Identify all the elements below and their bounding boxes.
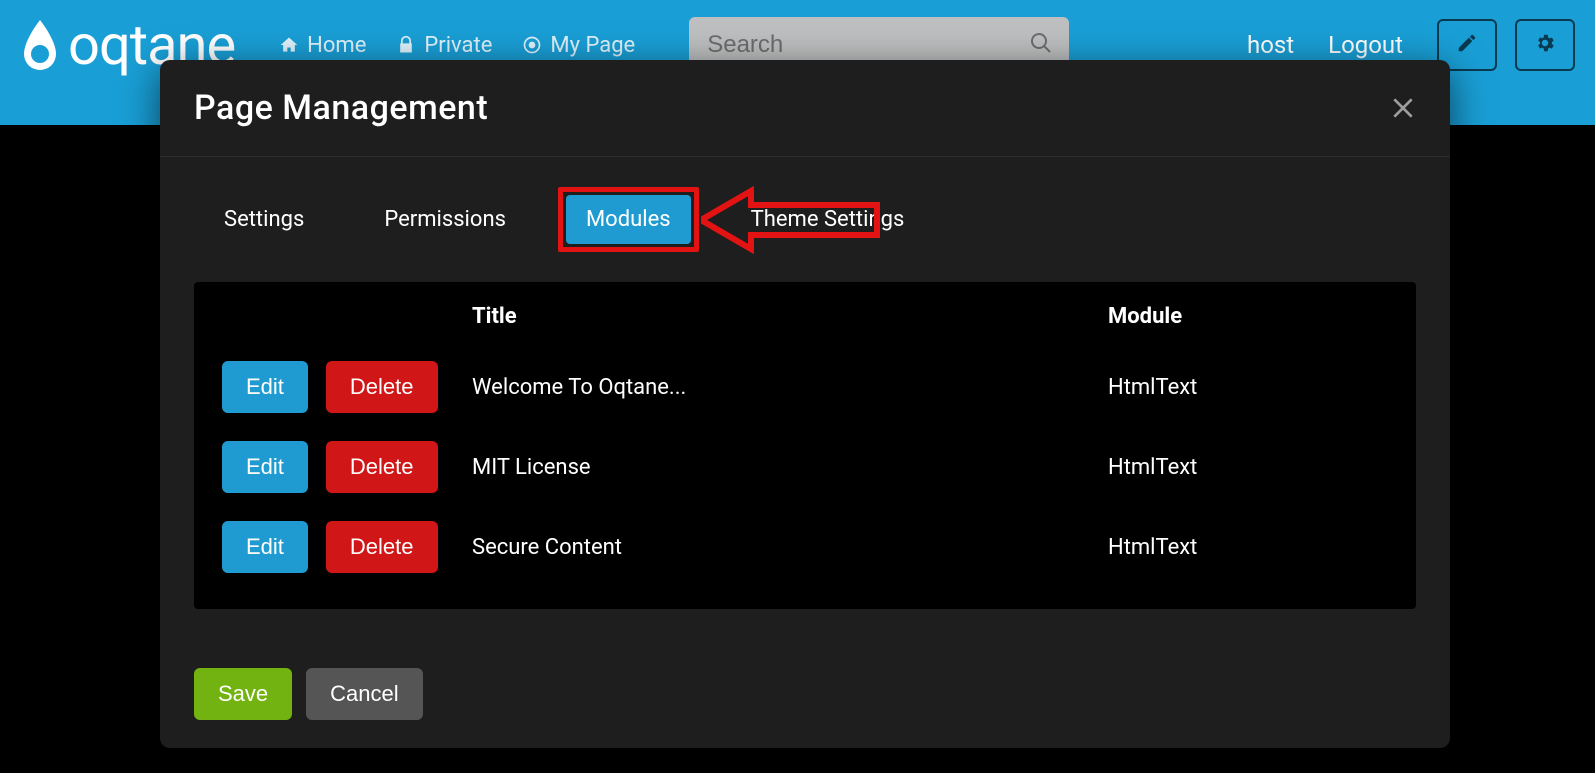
cancel-button[interactable]: Cancel: [306, 668, 422, 720]
tab-modules[interactable]: Modules: [566, 195, 691, 244]
nav-links: Home Private My Page: [279, 33, 635, 58]
tab-permissions[interactable]: Permissions: [364, 195, 526, 244]
user-name-link[interactable]: host: [1247, 31, 1294, 59]
table-row: Edit Delete MIT License HtmlText: [222, 427, 1388, 507]
edit-row-button[interactable]: Edit: [222, 441, 308, 493]
row-module: HtmlText: [1108, 455, 1388, 480]
close-icon: [1390, 106, 1416, 125]
search-icon[interactable]: [1029, 31, 1053, 59]
modal-footer: Save Cancel: [160, 668, 1450, 748]
pencil-icon: [1456, 32, 1478, 58]
nav-mypage-label: My Page: [550, 33, 635, 58]
row-title: MIT License: [472, 455, 1108, 480]
logout-link[interactable]: Logout: [1328, 31, 1403, 59]
col-header-title: Title: [472, 304, 1108, 329]
delete-row-button[interactable]: Delete: [326, 521, 438, 573]
settings-button[interactable]: [1515, 19, 1575, 71]
tab-bar: Settings Permissions Modules Theme Setti…: [194, 175, 1416, 262]
edit-row-button[interactable]: Edit: [222, 521, 308, 573]
edit-row-button[interactable]: Edit: [222, 361, 308, 413]
nav-private-label: Private: [424, 33, 492, 58]
home-icon: [279, 35, 299, 55]
gear-icon: [1534, 32, 1556, 58]
row-module: HtmlText: [1108, 535, 1388, 560]
save-button[interactable]: Save: [194, 668, 292, 720]
delete-row-button[interactable]: Delete: [326, 361, 438, 413]
modal-close-button[interactable]: [1390, 95, 1416, 121]
row-title: Welcome To Oqtane...: [472, 375, 1108, 400]
col-header-actions: [222, 304, 472, 329]
target-icon: [522, 35, 542, 55]
nav-home[interactable]: Home: [279, 33, 366, 58]
modal-body: Settings Permissions Modules Theme Setti…: [160, 157, 1450, 668]
row-title: Secure Content: [472, 535, 1108, 560]
table-row: Edit Delete Secure Content HtmlText: [222, 507, 1388, 587]
row-module: HtmlText: [1108, 375, 1388, 400]
nav-mypage[interactable]: My Page: [522, 33, 635, 58]
modules-table: Title Module Edit Delete Welcome To Oqta…: [194, 282, 1416, 609]
modal-title: Page Management: [194, 88, 488, 128]
page-management-modal: Page Management Settings Permissions Mod…: [160, 60, 1450, 748]
search-input[interactable]: [707, 31, 1017, 59]
nav-private[interactable]: Private: [396, 33, 492, 58]
delete-row-button[interactable]: Delete: [326, 441, 438, 493]
nav-home-label: Home: [307, 33, 366, 58]
modal-header: Page Management: [160, 60, 1450, 157]
col-header-module: Module: [1108, 304, 1388, 329]
tab-settings[interactable]: Settings: [204, 195, 324, 244]
table-row: Edit Delete Welcome To Oqtane... HtmlTex…: [222, 347, 1388, 427]
lock-icon: [396, 35, 416, 55]
table-header-row: Title Module: [222, 304, 1388, 347]
tab-theme-settings[interactable]: Theme Settings: [731, 195, 925, 244]
drop-icon: [20, 18, 60, 72]
